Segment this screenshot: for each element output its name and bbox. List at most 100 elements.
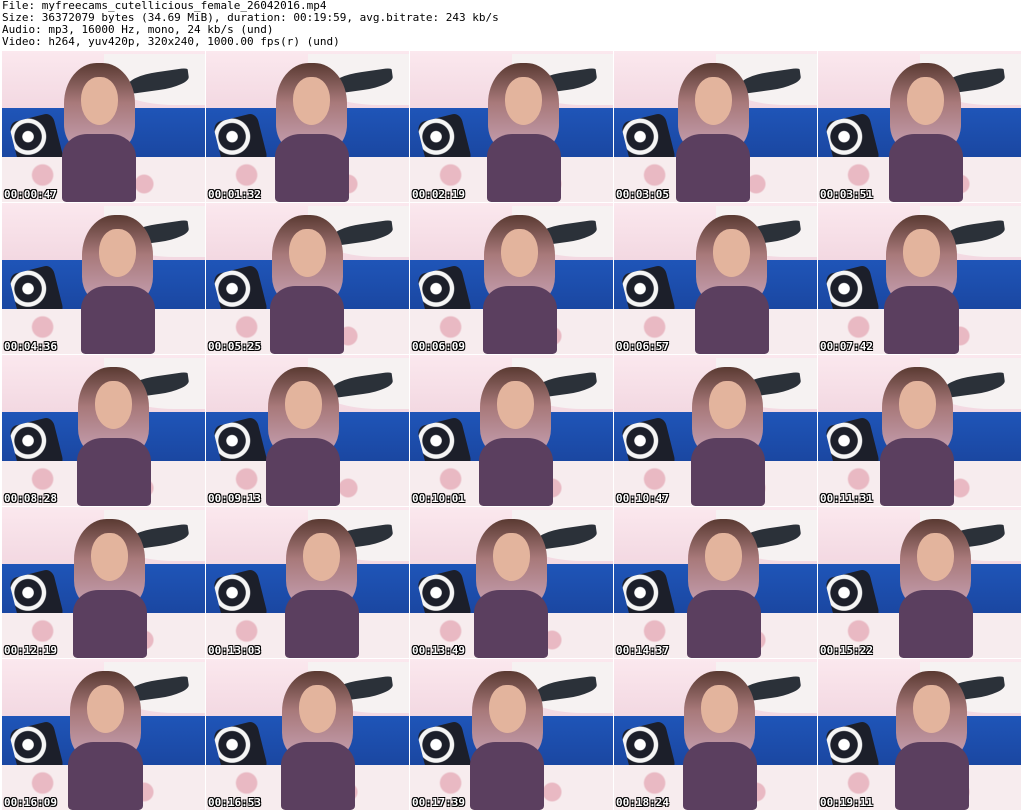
person-shirt	[470, 741, 545, 810]
thumbnail-timestamp: 00:19:11	[820, 796, 873, 809]
video-thumbnail: 00:13:49	[410, 507, 613, 658]
thumbnail-person	[67, 668, 144, 810]
person-face	[488, 685, 526, 734]
person-face	[288, 229, 326, 278]
thumbnail-timestamp: 00:03:51	[820, 188, 873, 201]
video-thumbnail: 00:18:24	[614, 659, 817, 810]
thumbnail-timestamp: 00:17:39	[412, 796, 465, 809]
video-thumbnail: 00:15:22	[818, 507, 1021, 658]
video-thumbnail: 00:02:19	[410, 51, 613, 202]
video-thumbnail: 00:16:09	[2, 659, 205, 810]
person-shirt	[898, 589, 973, 658]
video-thumbnail: 00:10:01	[410, 355, 613, 506]
person-shirt	[690, 437, 765, 506]
thumbnail-timestamp: 00:08:28	[4, 492, 57, 505]
thumbnail-person	[279, 668, 356, 810]
video-thumbnail: 00:14:37	[614, 507, 817, 658]
video-thumbnail: 00:11:31	[818, 355, 1021, 506]
person-shirt	[478, 437, 553, 506]
person-shirt	[694, 285, 769, 354]
person-face	[694, 77, 732, 126]
video-thumbnail: 00:03:05	[614, 51, 817, 202]
thumbnail-timestamp: 00:12:19	[4, 644, 57, 657]
thumbnail-person	[71, 516, 148, 658]
person-shirt	[888, 133, 963, 202]
video-thumbnail: 00:03:51	[818, 51, 1021, 202]
person-shirt	[274, 133, 349, 202]
person-face	[80, 77, 118, 126]
person-shirt	[80, 285, 155, 354]
thumbnail-timestamp: 00:05:25	[208, 340, 261, 353]
person-shirt	[686, 589, 761, 658]
person-shirt	[894, 741, 969, 810]
thumbnail-timestamp: 00:03:05	[616, 188, 669, 201]
thumbnail-timestamp: 00:10:47	[616, 492, 669, 505]
video-thumbnail: 00:06:09	[410, 203, 613, 354]
thumbnail-timestamp: 00:18:24	[616, 796, 669, 809]
thumbnail-person	[879, 364, 956, 506]
video-thumbnail: 00:06:57	[614, 203, 817, 354]
person-shirt	[284, 589, 359, 658]
person-face	[898, 381, 936, 430]
thumbnail-person	[893, 668, 970, 810]
thumbnail-person	[61, 60, 138, 202]
thumbnail-person	[897, 516, 974, 658]
thumbnail-timestamp: 00:15:22	[820, 644, 873, 657]
video-thumbnail: 00:07:42	[818, 203, 1021, 354]
person-face	[492, 533, 530, 582]
thumbnail-timestamp: 00:02:19	[412, 188, 465, 201]
thumbnail-person	[473, 516, 550, 658]
person-face	[284, 381, 322, 430]
thumbnail-person	[269, 212, 346, 354]
person-shirt	[62, 133, 137, 202]
thumbnail-person	[693, 212, 770, 354]
video-thumbnail: 00:01:32	[206, 51, 409, 202]
thumbnail-grid: 00:00:47 00:01:32 00:02:19 00:03:05 00:03:51…	[2, 51, 1022, 811]
person-shirt	[884, 285, 959, 354]
thumbnail-person	[477, 364, 554, 506]
thumbnail-person	[485, 60, 562, 202]
person-shirt	[266, 437, 341, 506]
video-thumbnail: 00:17:39	[410, 659, 613, 810]
thumbnail-person	[75, 364, 152, 506]
video-thumbnail: 00:13:03	[206, 507, 409, 658]
thumbnail-timestamp: 00:13:03	[208, 644, 261, 657]
video-thumbnail: 00:12:19	[2, 507, 205, 658]
thumbnail-timestamp: 00:01:32	[208, 188, 261, 201]
person-shirt	[72, 589, 147, 658]
person-shirt	[280, 741, 355, 810]
thumbnail-timestamp: 00:14:37	[616, 644, 669, 657]
thumbnail-person	[681, 668, 758, 810]
thumbnail-timestamp: 00:06:09	[412, 340, 465, 353]
thumbnail-timestamp: 00:13:49	[412, 644, 465, 657]
thumbnail-person	[689, 364, 766, 506]
thumbnail-person	[79, 212, 156, 354]
video-thumbnail: 00:19:11	[818, 659, 1021, 810]
video-thumbnail: 00:00:47	[2, 51, 205, 202]
video-thumbnail: 00:08:28	[2, 355, 205, 506]
person-shirt	[486, 133, 561, 202]
thumbnail-timestamp: 00:04:36	[4, 340, 57, 353]
video-thumbnail: 00:16:53	[206, 659, 409, 810]
person-shirt	[880, 437, 955, 506]
thumbnail-timestamp: 00:10:01	[412, 492, 465, 505]
thumbnail-timestamp: 00:16:53	[208, 796, 261, 809]
person-shirt	[68, 741, 143, 810]
thumbnail-person	[685, 516, 762, 658]
thumbnail-person	[675, 60, 752, 202]
video-thumbnail: 00:05:25	[206, 203, 409, 354]
thumbnail-timestamp: 00:07:42	[820, 340, 873, 353]
video-thumbnail: 00:04:36	[2, 203, 205, 354]
video-thumbnail: 00:09:13	[206, 355, 409, 506]
person-shirt	[482, 285, 557, 354]
file-info-header: File: myfreecams_cutellicious_female_260…	[2, 0, 1022, 50]
thumbnail-person	[273, 60, 350, 202]
thumbnail-person	[283, 516, 360, 658]
thumbnail-person	[481, 212, 558, 354]
person-shirt	[76, 437, 151, 506]
thumbnail-timestamp: 00:11:31	[820, 492, 873, 505]
person-shirt	[676, 133, 751, 202]
person-shirt	[474, 589, 549, 658]
thumbnail-person	[883, 212, 960, 354]
thumbnail-timestamp: 00:06:57	[616, 340, 669, 353]
